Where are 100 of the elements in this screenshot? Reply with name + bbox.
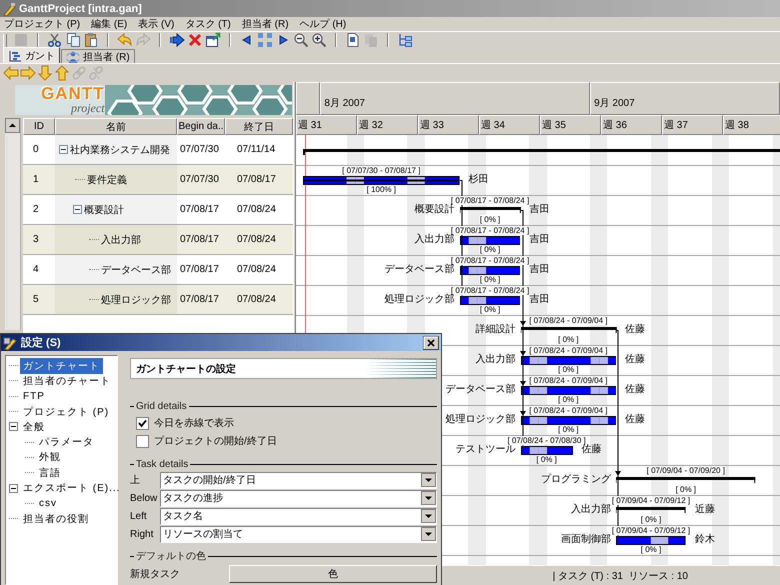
- vertical-scrollbar[interactable]: [5, 118, 21, 330]
- task-bar[interactable]: [460, 266, 520, 275]
- project-bar[interactable]: [303, 149, 780, 157]
- menu-item[interactable]: タスク (T): [184, 18, 232, 30]
- table-cell-text: 07/08/24: [236, 293, 277, 307]
- dropdown[interactable]: リソースの割当て: [160, 526, 437, 542]
- scroll-up-button[interactable]: [5, 118, 20, 133]
- task-label: 入出力部: [571, 504, 612, 516]
- summary-bar[interactable]: [460, 207, 522, 215]
- column-header[interactable]: Begin da..: [177, 118, 225, 135]
- tab[interactable]: ガント: [3, 47, 60, 63]
- menu-item[interactable]: 表示 (V): [137, 18, 176, 30]
- table-row[interactable]: 5 処理ロジック部 07/08/17 07/08/24: [23, 285, 293, 315]
- field-label: 上: [130, 474, 141, 487]
- month-header: 8月 2007: [320, 82, 590, 115]
- dropdown[interactable]: タスク名: [160, 508, 437, 524]
- collapse-icon[interactable]: [9, 484, 18, 493]
- progress-label: [ 0% ]: [558, 335, 579, 344]
- task-bar[interactable]: [520, 416, 616, 425]
- dropdown[interactable]: タスクの開始/終了日: [160, 472, 437, 488]
- table-row[interactable]: 3 入出力部 07/08/17 07/08/24: [23, 225, 293, 255]
- table-row[interactable]: 0 社内業務システム開発 07/07/30 07/11/14: [23, 135, 293, 165]
- progress-label: [ 0% ]: [640, 515, 662, 524]
- tree-item[interactable]: 言語: [36, 464, 64, 481]
- task-bar[interactable]: [303, 176, 460, 185]
- column-header[interactable]: ID: [23, 118, 55, 135]
- field-label: Right: [130, 528, 154, 540]
- settings-icon: [3, 336, 17, 350]
- week-header: 週 33: [418, 115, 479, 135]
- menu-item[interactable]: ヘルプ (H): [298, 18, 348, 30]
- tree-icon[interactable]: [397, 32, 413, 48]
- checkbox[interactable]: [136, 434, 149, 448]
- resource-label: 佐藤: [625, 354, 646, 366]
- tree-item[interactable]: プロジェクト (P): [20, 404, 112, 420]
- task-bar[interactable]: [460, 296, 520, 305]
- tree-item[interactable]: ガントチャート: [20, 358, 103, 374]
- clipboard-icon[interactable]: [83, 32, 99, 48]
- window-icon[interactable]: [205, 32, 221, 48]
- task-bar[interactable]: [460, 236, 520, 245]
- summary-bar[interactable]: [616, 507, 688, 515]
- close-button[interactable]: [423, 336, 439, 350]
- section-title: デフォルトの色: [136, 550, 206, 563]
- task-name: 社内業務システム開発: [70, 144, 170, 156]
- zoom-in-icon[interactable]: [311, 32, 327, 48]
- table-row[interactable]: 4 データベース部 07/08/17 07/08/24: [23, 255, 293, 285]
- table-cell-text: 07/07/30: [179, 173, 220, 187]
- week-header: 週 32: [357, 115, 418, 135]
- collapse-icon[interactable]: [9, 422, 18, 432]
- resource-label: 吉田: [530, 204, 550, 216]
- week-header: 週 35: [540, 115, 601, 135]
- collapse-icon[interactable]: [59, 145, 68, 154]
- tree-item[interactable]: FTP: [20, 390, 48, 403]
- date-range-label: [ 07/08/24 - 07/09/04 ]: [529, 376, 608, 385]
- dropdown[interactable]: タスクの進捗: [160, 490, 437, 506]
- table-cell-text: 07/08/17: [179, 263, 220, 277]
- column-header[interactable]: 終了日: [225, 118, 293, 135]
- table-cell-text: 3: [32, 233, 40, 247]
- task-label: 画面制御部: [561, 534, 612, 546]
- table-cell-text: 07/08/17: [179, 233, 220, 247]
- date-range-label: [ 07/08/24 - 07/08/30 ]: [507, 436, 586, 445]
- collapse-icon[interactable]: [73, 205, 82, 214]
- gantt-icon: [8, 48, 22, 62]
- table-cell-text: 0: [32, 143, 40, 157]
- tree-item[interactable]: エクスポート (E)...: [20, 480, 124, 496]
- tree-item[interactable]: 全般: [20, 418, 48, 435]
- tree-item[interactable]: csv: [36, 496, 60, 510]
- summary-bar[interactable]: [520, 327, 618, 335]
- task-bar[interactable]: [520, 446, 573, 455]
- task-name: 処理ロジック部: [101, 294, 171, 306]
- window-title: GanttProject [intra.gan]: [19, 2, 142, 14]
- summary-bar[interactable]: [616, 477, 758, 485]
- table-cell-text: 07/11/14: [236, 143, 276, 157]
- task-bar[interactable]: [616, 536, 686, 545]
- tree-item[interactable]: 外観: [36, 449, 64, 466]
- week-header: 週 34: [479, 115, 540, 135]
- copy-icon[interactable]: [65, 32, 81, 48]
- document-icon[interactable]: [345, 32, 361, 48]
- progress-label: [ 0% ]: [676, 485, 696, 494]
- tree-item[interactable]: パラメータ: [36, 434, 97, 450]
- task-label: 処理ロジック部: [446, 414, 516, 426]
- menu-item[interactable]: 編集 (E): [90, 18, 128, 30]
- date-range-label: [ 07/07/30 - 07/08/17 ]: [342, 166, 420, 175]
- tree-item[interactable]: 担当者のチャート: [20, 372, 114, 389]
- table-row[interactable]: 2 概要設計 07/08/17 07/08/24: [23, 195, 293, 225]
- column-header[interactable]: 名前: [55, 118, 177, 135]
- menu-item[interactable]: 担当者 (R): [240, 18, 290, 30]
- zoom-out-icon[interactable]: [293, 32, 309, 48]
- tree-item[interactable]: 担当者の役割: [20, 510, 92, 527]
- task-bar[interactable]: [520, 386, 616, 395]
- task-bar[interactable]: [520, 356, 616, 365]
- resource-label: 佐藤: [625, 384, 646, 396]
- tab[interactable]: 担当者 (R): [61, 49, 135, 63]
- menu-item[interactable]: プロジェクト (P): [3, 18, 82, 30]
- arrow-right-icon[interactable]: [169, 32, 185, 48]
- resource-label: 吉田: [530, 294, 550, 306]
- table-row[interactable]: 1 要件定義 07/07/30 07/08/17: [23, 165, 293, 195]
- section-title: Task details: [136, 458, 188, 470]
- checkbox[interactable]: [136, 416, 149, 430]
- color-button[interactable]: 色: [229, 565, 437, 583]
- scissors-icon[interactable]: [47, 32, 63, 48]
